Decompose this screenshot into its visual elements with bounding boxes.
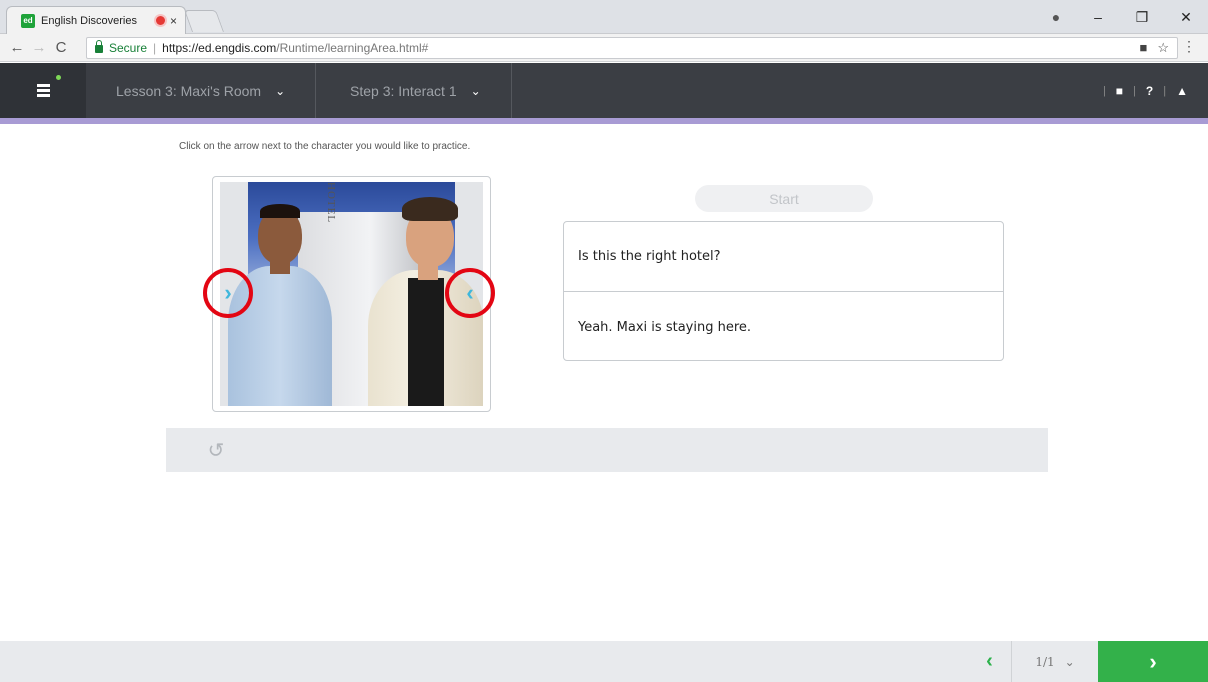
character-right-shirt	[408, 278, 444, 406]
previous-button[interactable]: ‹	[968, 641, 1012, 682]
close-window-button[interactable]: ✕	[1164, 0, 1208, 34]
dialog-box: Is this the right hotel? Yeah. Maxi is s…	[563, 221, 1004, 361]
address-bar[interactable]: Secure | https://ed.engdis.com/Runtime/l…	[86, 37, 1178, 59]
header-tools: | ■ | ? | ▲	[1103, 63, 1188, 118]
header-separator: |	[1102, 84, 1106, 97]
chevron-down-icon: ⌄	[470, 83, 481, 98]
step-label: Step 3: Interact 1	[350, 82, 457, 99]
secure-label: Secure	[109, 41, 148, 55]
dialog-line: Is this the right hotel?	[564, 222, 1003, 292]
chevron-down-icon: ⌄	[1064, 654, 1075, 669]
header-separator: |	[1163, 84, 1167, 97]
select-left-character-button[interactable]: ›	[203, 268, 253, 318]
instruction-text: Click on the arrow next to the character…	[179, 141, 471, 152]
profile-icon[interactable]: ●	[1036, 0, 1076, 34]
hamburger-icon	[36, 82, 50, 99]
replay-icon[interactable]: ↺	[204, 438, 228, 462]
app-header: Lesson 3: Maxi's Room ⌄ Step 3: Interact…	[0, 63, 1208, 118]
new-tab-button[interactable]	[183, 10, 225, 32]
chevron-left-icon: ‹	[986, 650, 993, 672]
activity-control-bar: ↺	[166, 428, 1048, 472]
recording-icon	[155, 16, 165, 25]
chevron-right-icon: ›	[224, 280, 232, 305]
tab-close-button[interactable]: ×	[170, 14, 177, 28]
lesson-label: Lesson 3: Maxi's Room	[116, 82, 262, 99]
next-button[interactable]: ›	[1098, 641, 1208, 682]
dialog-line: Yeah. Maxi is staying here.	[578, 319, 752, 335]
character-right-hair	[402, 197, 458, 221]
bottom-nav-bar: ‹ 1/1 ⌄ ›	[0, 641, 1208, 682]
browser-toolbar: ← → C Secure | https://ed.engdis.com/Run…	[0, 34, 1208, 62]
chevron-right-icon: ›	[1149, 648, 1157, 674]
engdis-favicon-icon: ed	[21, 13, 35, 28]
page-indicator-text: 1/1	[1035, 654, 1055, 669]
start-button[interactable]: Start	[695, 185, 873, 212]
window-controls: ● – ❐ ✕	[1036, 0, 1208, 34]
tab-title: English Discoveries	[41, 14, 137, 27]
page-indicator[interactable]: 1/1 ⌄	[1012, 641, 1098, 682]
omnibox-actions: ■ ☆	[1139, 40, 1169, 56]
restore-button[interactable]: ❐	[1120, 0, 1164, 34]
select-right-character-button[interactable]: ‹	[445, 268, 495, 318]
hotel-sign-text: HOTEL	[325, 182, 337, 224]
lesson-dropdown[interactable]: Lesson 3: Maxi's Room ⌄	[86, 63, 317, 118]
chevron-left-icon: ‹	[466, 280, 474, 305]
browser-menu-icon[interactable]: ⋮	[1182, 38, 1196, 55]
book-icon[interactable]: ■	[1116, 84, 1123, 98]
app-window: ed English Discoveries × ● – ❐ ✕ ← → C S…	[0, 0, 1208, 682]
step-dropdown[interactable]: Step 3: Interact 1 ⌄	[320, 63, 512, 118]
minimize-button[interactable]: –	[1076, 0, 1120, 34]
notification-dot	[56, 75, 61, 80]
forward-button[interactable]: →	[28, 39, 50, 56]
url-host: https://ed.engdis.com	[162, 41, 277, 55]
browser-tab-bar: ed English Discoveries × ● – ❐ ✕	[0, 0, 1208, 34]
characters-photo: HOTEL	[220, 182, 483, 406]
header-separator: |	[1133, 84, 1136, 97]
bookmark-star-icon[interactable]: ☆	[1157, 40, 1169, 56]
lock-icon	[95, 40, 103, 53]
omnibox-separator: |	[153, 41, 157, 55]
camera-icon[interactable]: ■	[1139, 40, 1147, 56]
browser-tab[interactable]: ed English Discoveries ×	[6, 6, 186, 34]
back-button[interactable]: ←	[6, 39, 28, 56]
user-icon[interactable]: ▲	[1176, 84, 1188, 98]
character-left-hair	[260, 204, 300, 218]
main-menu-button[interactable]	[0, 63, 86, 118]
url-path: /Runtime/learningArea.html#	[276, 41, 429, 55]
reload-button[interactable]: C	[50, 39, 72, 56]
help-icon[interactable]: ?	[1146, 84, 1153, 98]
header-accent-line	[0, 118, 1208, 124]
chevron-down-icon: ⌄	[275, 83, 286, 98]
hotel-sign: HOTEL	[320, 182, 342, 262]
